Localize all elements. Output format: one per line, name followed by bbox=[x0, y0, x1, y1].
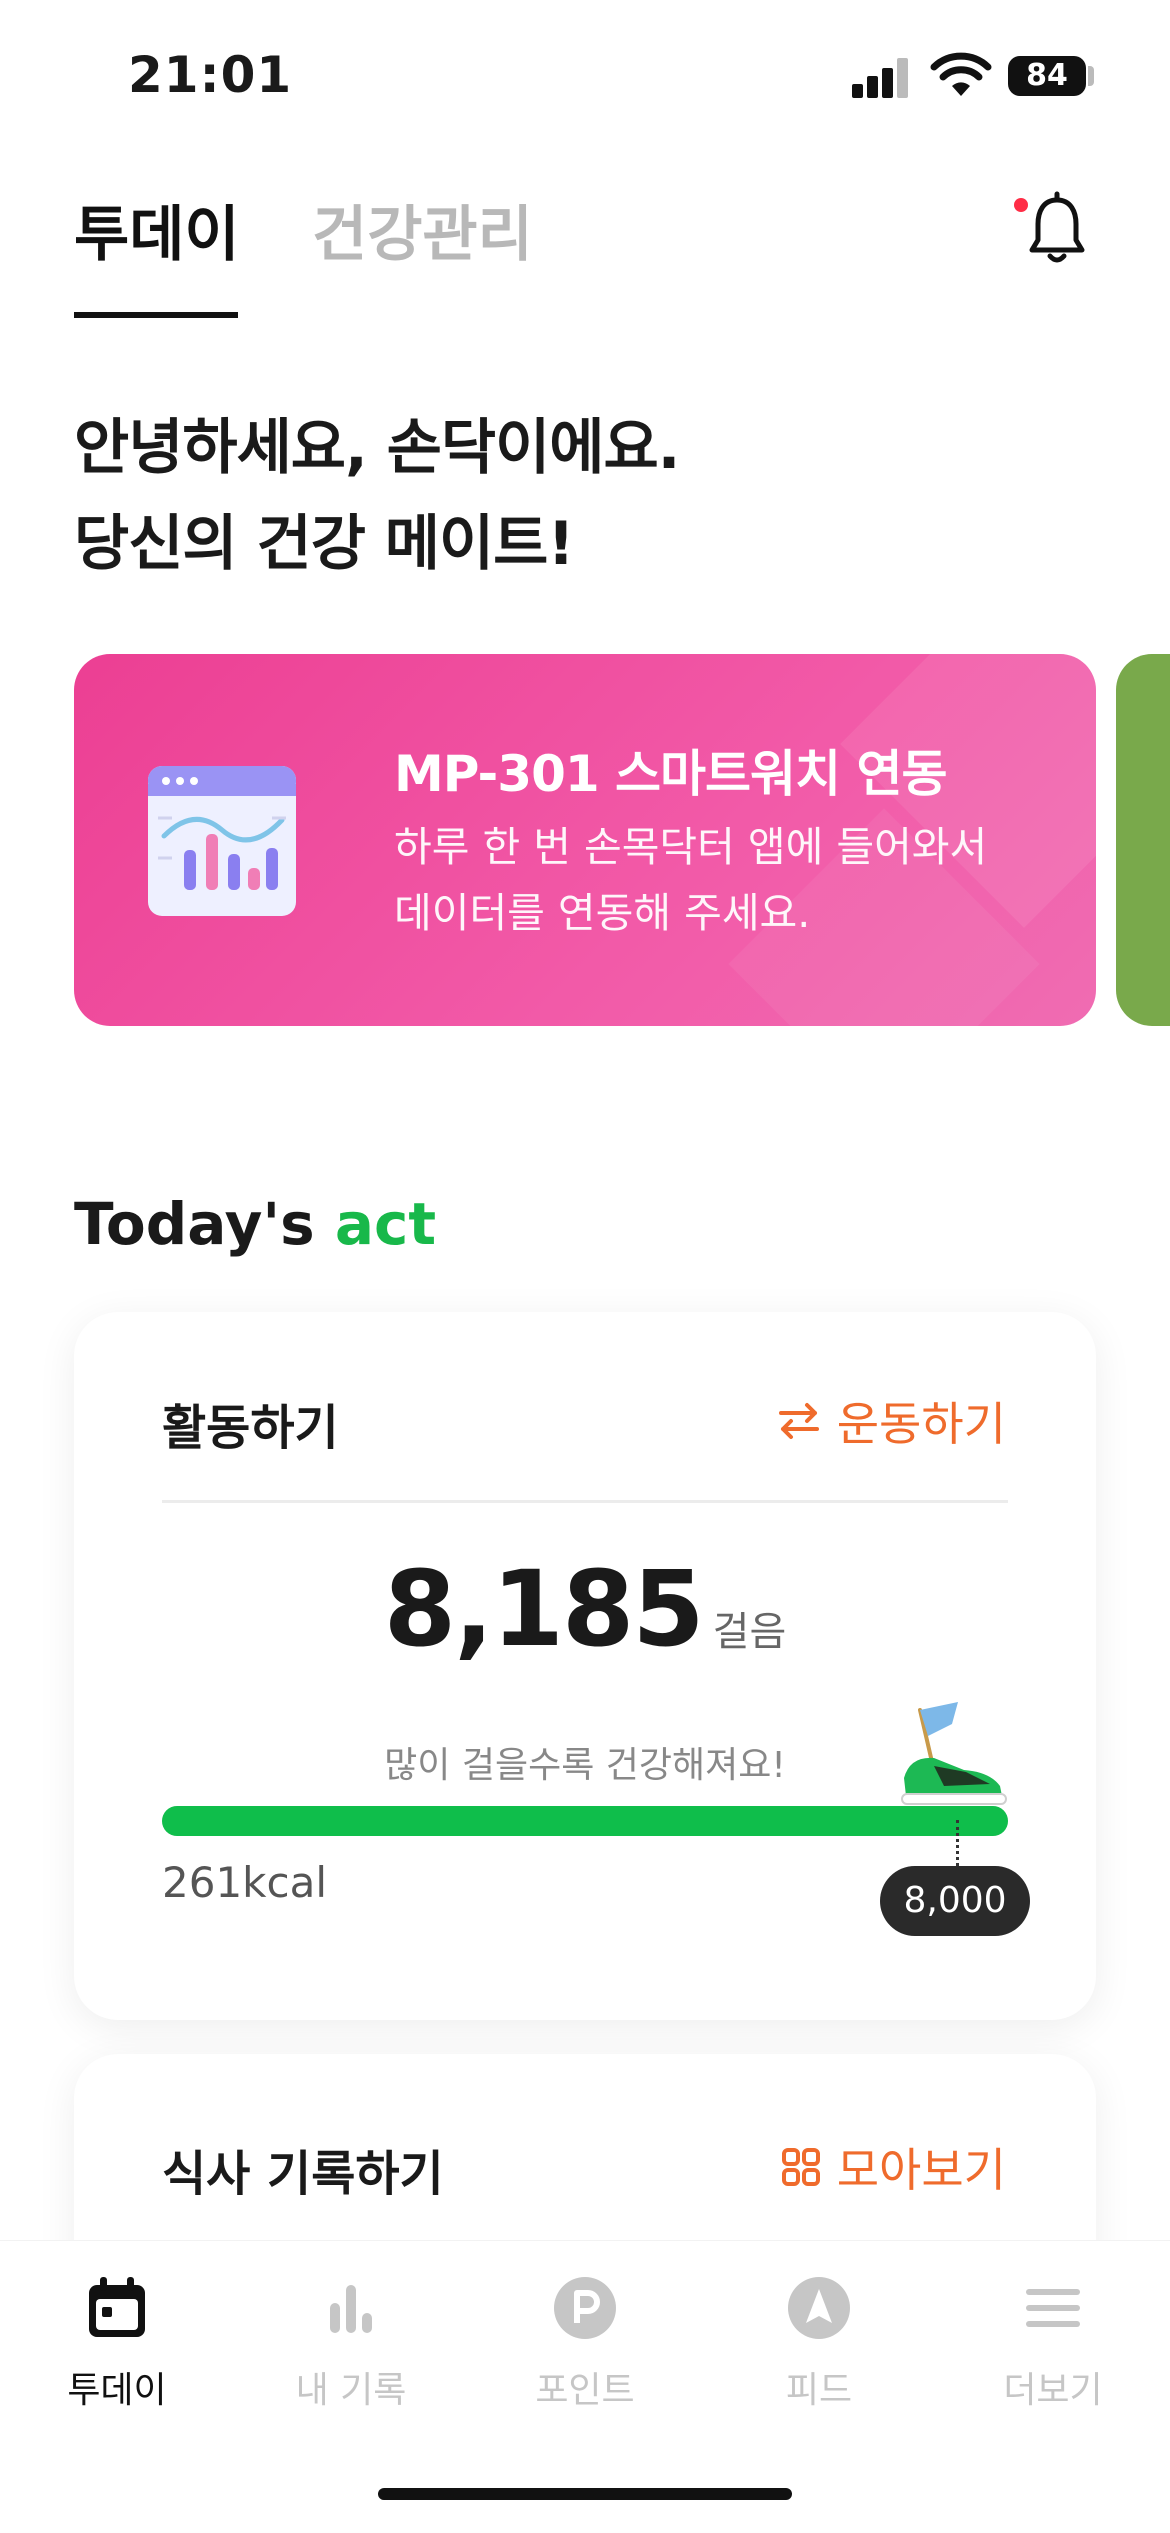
steps-unit: 걸음 bbox=[712, 1609, 787, 1655]
notification-bell-icon[interactable] bbox=[1026, 190, 1088, 266]
activity-card[interactable]: 활동하기 운동하기 8,185 걸음 많이 걸을수록 건강해져요! 261kcal… bbox=[74, 1312, 1096, 2020]
compass-icon bbox=[788, 2277, 850, 2339]
meal-card-title: 식사 기록하기 bbox=[162, 2146, 444, 2202]
card-divider bbox=[162, 1500, 1008, 1503]
point-coin-icon bbox=[554, 2277, 616, 2339]
nav-item-more[interactable]: 더보기 bbox=[936, 2273, 1170, 2413]
banner-title: MP-301 스마트워치 연동 bbox=[394, 745, 947, 803]
bar-chart-icon bbox=[330, 2285, 372, 2333]
greeting-text: 안녕하세요, 손닥이에요. 당신의 건강 메이트! bbox=[74, 413, 680, 579]
step-goal-badge: 8,000 bbox=[880, 1866, 1030, 1936]
grid-icon bbox=[781, 2148, 820, 2186]
swap-arrows-icon bbox=[778, 1403, 819, 1439]
nav-label-feed: 피드 bbox=[785, 2370, 853, 2411]
status-time: 21:01 bbox=[128, 46, 293, 104]
home-indicator bbox=[378, 2488, 792, 2500]
section-title-main: Today's bbox=[74, 1190, 315, 1258]
tab-health-management[interactable]: 건강관리 bbox=[312, 186, 533, 273]
calendar-icon bbox=[89, 2277, 145, 2337]
steps-progress-bar bbox=[162, 1806, 1008, 1836]
cellular-signal-icon bbox=[852, 58, 912, 98]
section-title: Today's act bbox=[74, 1190, 436, 1258]
battery-indicator: 84 bbox=[1008, 56, 1086, 96]
view-all-button-label: 모아보기 bbox=[836, 2143, 1006, 2197]
menu-icon bbox=[1026, 2289, 1080, 2327]
smartwatch-sync-banner[interactable]: MP-301 스마트워치 연동 하루 한 번 손목닥터 앱에 들어와서 데이터를… bbox=[74, 654, 1096, 1026]
battery-cap bbox=[1088, 66, 1094, 86]
activity-card-title: 활동하기 bbox=[162, 1400, 339, 1456]
nav-label-more: 더보기 bbox=[1003, 2370, 1103, 2411]
steps-count: 8,185 bbox=[383, 1548, 705, 1670]
tab-today[interactable]: 투데이 bbox=[74, 186, 240, 273]
nav-item-points[interactable]: 포인트 bbox=[468, 2273, 702, 2413]
next-banner-peek[interactable] bbox=[1116, 654, 1170, 1026]
nav-label-my-records: 내 기록 bbox=[295, 2370, 407, 2411]
wifi-icon bbox=[930, 52, 992, 96]
nav-item-today[interactable]: 투데이 bbox=[0, 2273, 234, 2413]
notification-dot bbox=[1014, 198, 1028, 212]
nav-item-my-records[interactable]: 내 기록 bbox=[234, 2273, 468, 2413]
chart-window-icon bbox=[148, 766, 296, 916]
exercise-button-label: 운동하기 bbox=[836, 1397, 1006, 1451]
banner-subtitle: 하루 한 번 손목닥터 앱에 들어와서 데이터를 연동해 주세요. bbox=[394, 823, 988, 937]
nav-label-today: 투데이 bbox=[67, 2370, 167, 2411]
exercise-button[interactable]: 운동하기 bbox=[777, 1388, 1006, 1454]
steps-display: 8,185 걸음 bbox=[74, 1548, 1096, 1670]
sneaker-flag-icon bbox=[901, 1702, 1007, 1805]
view-all-button[interactable]: 모아보기 bbox=[781, 2134, 1006, 2200]
calories-burned: 261kcal bbox=[162, 1858, 327, 1907]
active-tab-underline bbox=[74, 312, 238, 318]
nav-label-points: 포인트 bbox=[535, 2370, 635, 2411]
nav-item-feed[interactable]: 피드 bbox=[702, 2273, 936, 2413]
section-title-accent: act bbox=[334, 1190, 437, 1258]
steps-progress-fill bbox=[162, 1806, 1008, 1836]
